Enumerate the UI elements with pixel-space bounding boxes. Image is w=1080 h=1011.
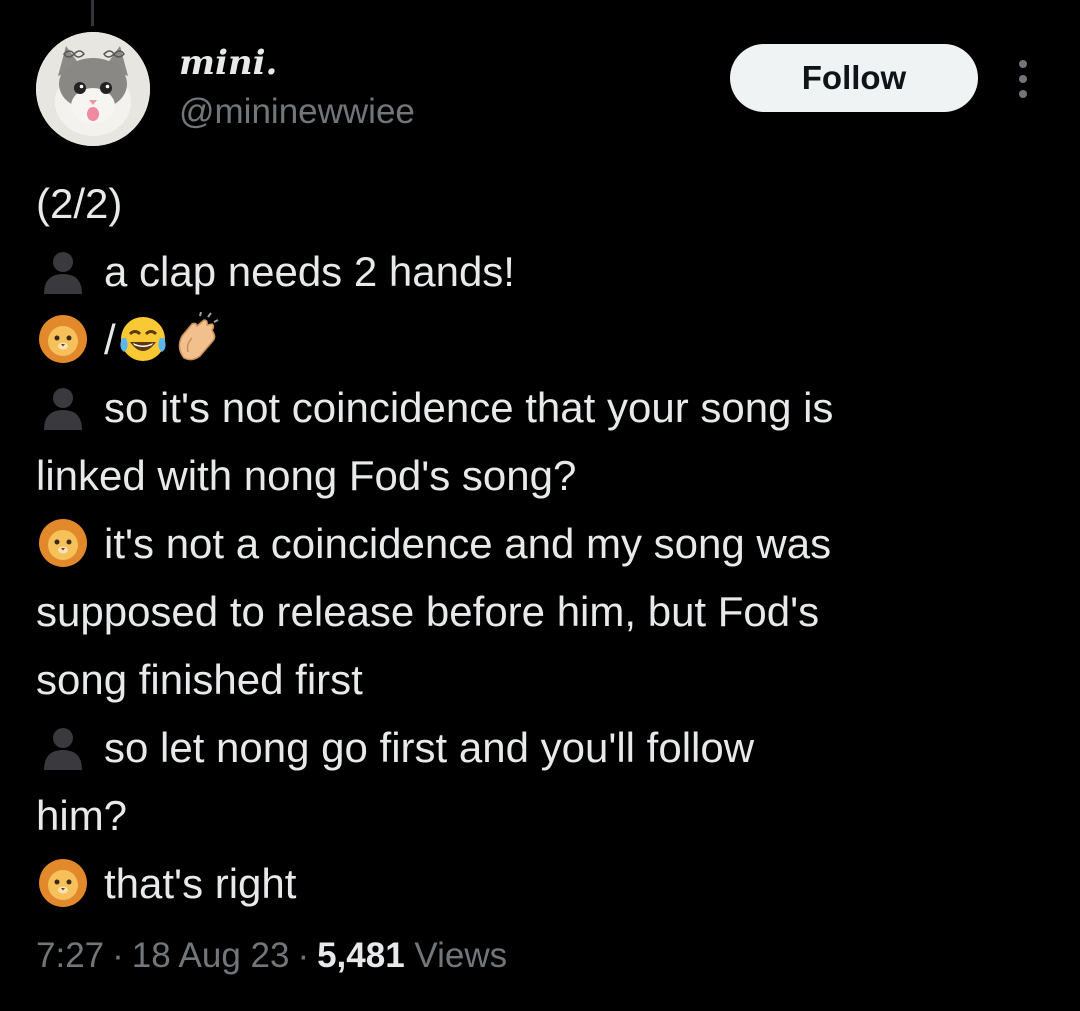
tweet-line: linked with nong Fod's song? (36, 452, 577, 499)
tweet-line: him? (36, 792, 128, 839)
meta-separator: · (297, 936, 310, 975)
lion-face-icon (39, 314, 87, 363)
tweet-text: (2/2) a clap needs 2 hands! / so it's no… (36, 170, 1046, 918)
tweet-line: so let nong go first and you'll follow (36, 714, 1046, 782)
avatar[interactable] (36, 32, 150, 146)
views-label: Views (414, 936, 508, 975)
tweet-meta: 7:27 · 18 Aug 23 · 5,481 Views (36, 934, 507, 978)
clapping-hands-icon (178, 311, 219, 361)
follow-button[interactable]: Follow (730, 44, 978, 112)
face-with-tears-of-joy-icon (120, 316, 166, 361)
tweet-line: that's right (36, 850, 1046, 918)
tweet-date[interactable]: 18 Aug 23 (132, 936, 290, 975)
more-options-icon (1019, 60, 1027, 98)
cat-photo-avatar (36, 32, 150, 146)
views-count[interactable]: 5,481 (317, 936, 405, 975)
tweet-line: / (36, 306, 1046, 374)
thread-connector-line (91, 0, 94, 26)
more-options-button[interactable] (1008, 54, 1038, 104)
tweet-line: it's not a coincidence and my song was (36, 510, 1046, 578)
tweet-line: song finished first (36, 656, 363, 703)
thread-part-label: (2/2) (36, 180, 123, 227)
tweet-time[interactable]: 7:27 (36, 936, 104, 975)
display-name[interactable]: mini. (179, 42, 277, 84)
tweet-line: so it's not coincidence that your song i… (36, 374, 1046, 442)
tweet-line: (2/2) (36, 170, 1046, 238)
lion-face-icon (39, 858, 87, 907)
bust-in-silhouette-icon (44, 387, 82, 430)
meta-separator: · (112, 936, 124, 975)
bust-in-silhouette-icon (44, 727, 82, 770)
user-handle[interactable]: @mininewwiee (179, 90, 415, 134)
lion-face-icon (39, 518, 87, 567)
tweet-line: a clap needs 2 hands! (36, 238, 1046, 306)
bust-in-silhouette-icon (44, 251, 82, 294)
tweet-line: supposed to release before him, but Fod'… (36, 588, 820, 635)
tweet-header: mini. @mininewwiee Follow (36, 32, 1044, 148)
